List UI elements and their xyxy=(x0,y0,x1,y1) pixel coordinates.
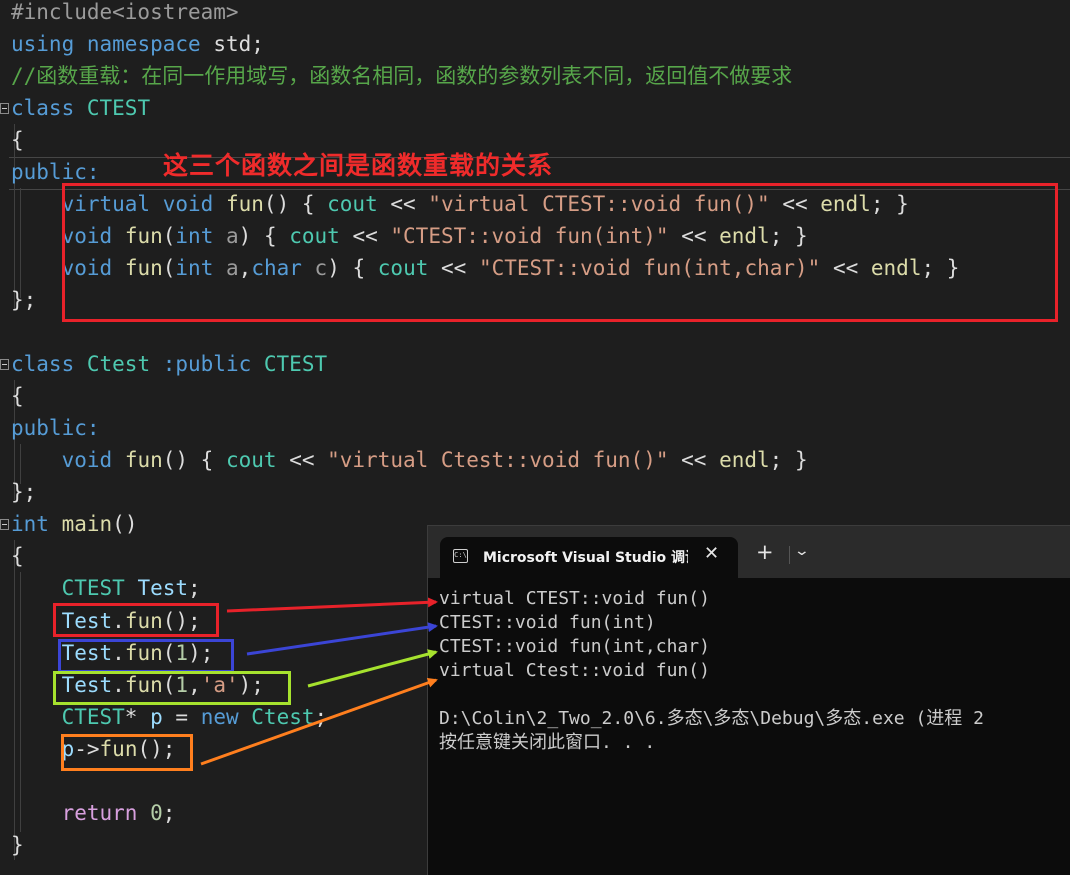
chevron-down-icon[interactable]: ⌄ xyxy=(794,543,810,559)
code-line-new-ctest: CTEST* p = new Ctest; xyxy=(61,705,328,729)
code-line-decl-test: CTEST Test; xyxy=(61,576,201,600)
code-line-class-ctest2: class Ctest :public CTEST xyxy=(11,352,328,376)
console-output-line: CTEST::void fun(int) xyxy=(439,612,656,633)
console-output-line: D:\Colin\2_Two_2.0\6.多态\多态\Debug\多态.exe … xyxy=(439,708,984,729)
new-tab-button[interactable]: + xyxy=(756,542,774,563)
code-line-open-brace: { xyxy=(11,128,24,152)
overload-group-box xyxy=(62,183,1058,322)
code-line-open-brace: { xyxy=(11,544,24,568)
code-line-open-brace: { xyxy=(11,384,24,408)
tab-divider xyxy=(789,546,790,564)
arrow-blue xyxy=(246,622,438,656)
code-line-class-ctest: class CTEST xyxy=(11,96,151,120)
console-tab-title: Microsoft Visual Studio 调试控制台 xyxy=(483,550,688,566)
arrow-lime xyxy=(307,649,438,688)
console-tab[interactable]: C:\ Microsoft Visual Studio 调试控制台 ✕ xyxy=(440,537,738,578)
call-fun-box xyxy=(53,603,219,637)
collapse-main-icon[interactable] xyxy=(0,519,9,530)
code-line-close-class: }; xyxy=(11,480,37,504)
console-output-line: 按任意键关闭此窗口. . . xyxy=(439,732,656,753)
console-output-line: virtual Ctest::void fun() xyxy=(439,660,710,681)
arrow-red xyxy=(226,597,438,613)
collapse-class-ctest2-icon[interactable] xyxy=(0,359,9,370)
code-line-public: public: xyxy=(11,416,100,440)
terminal-icon: C:\ xyxy=(453,549,468,563)
code-comment: //函数重载：在同一作用域写，函数名相同，函数的参数列表不同，返回值不做要求 xyxy=(11,64,793,88)
close-icon[interactable]: ✕ xyxy=(704,543,719,564)
code-line-ctest2-fun: void fun() { cout << "virtual Ctest::voi… xyxy=(61,448,808,472)
call-fun-int-char-box xyxy=(53,671,291,705)
debug-console-window[interactable]: C:\ Microsoft Visual Studio 调试控制台 ✕ + ⌄ … xyxy=(427,525,1070,875)
collapse-class-ctest-icon[interactable] xyxy=(0,103,9,114)
code-line-main: int main() xyxy=(11,512,138,536)
ptr-call-box xyxy=(61,734,193,771)
overload-annotation: 这三个函数之间是函数重载的关系 xyxy=(163,151,554,180)
code-line-include: #include<iostream> xyxy=(11,0,239,24)
code-line-using: using namespace std; xyxy=(11,32,264,56)
console-output-line: virtual CTEST::void fun() xyxy=(439,588,710,609)
code-line-close-brace: } xyxy=(11,833,24,857)
code-line-close-class: }; xyxy=(11,288,37,312)
call-fun-int-box xyxy=(58,639,234,673)
code-line-return: return 0; xyxy=(61,801,176,825)
console-output-line: CTEST::void fun(int,char) xyxy=(439,636,710,657)
console-tab-bar: C:\ Microsoft Visual Studio 调试控制台 ✕ + ⌄ xyxy=(428,526,1070,578)
